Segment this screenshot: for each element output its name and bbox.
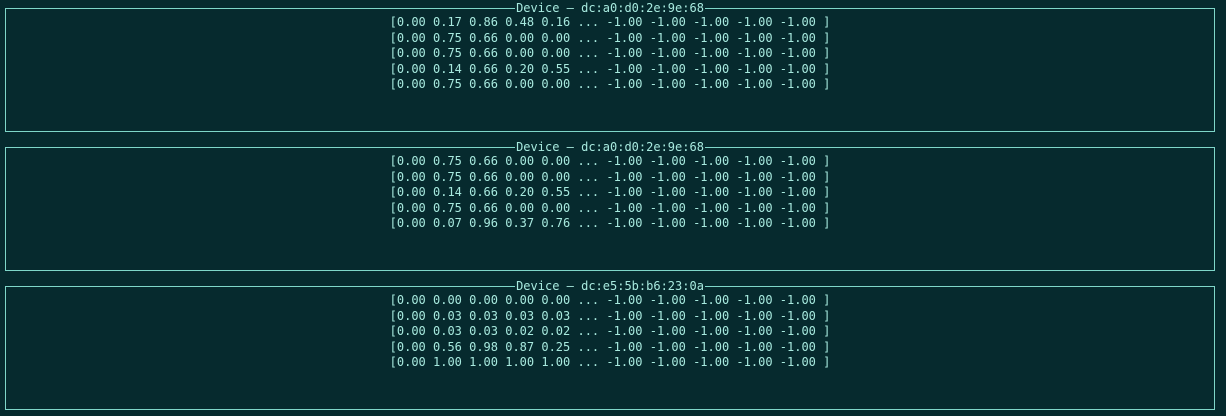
panel-title: Device – dc:a0:d0:2e:9e:68 xyxy=(6,139,1214,155)
data-row: [0.00 0.75 0.66 0.00 0.00 ... -1.00 -1.0… xyxy=(389,154,831,168)
device-panel: Device – dc:a0:d0:2e:9e:68 [0.00 0.75 0.… xyxy=(5,140,1215,271)
data-row: [0.00 1.00 1.00 1.00 1.00 ... -1.00 -1.0… xyxy=(389,355,831,369)
data-row: [0.00 0.03 0.03 0.02 0.02 ... -1.00 -1.0… xyxy=(389,324,831,338)
data-row: [0.00 0.75 0.66 0.00 0.00 ... -1.00 -1.0… xyxy=(389,30,831,45)
device-panel: Device – dc:e5:5b:b6:23:0a [0.00 0.00 0.… xyxy=(5,279,1215,410)
data-row: [0.00 0.07 0.96 0.37 0.76 ... -1.00 -1.0… xyxy=(389,216,831,230)
data-row: [0.00 0.03 0.03 0.03 0.03 ... -1.00 -1.0… xyxy=(389,308,831,323)
panel-title-text: Device – dc:a0:d0:2e:9e:68 xyxy=(515,140,705,154)
panel-title: Device – dc:a0:d0:2e:9e:68 xyxy=(6,0,1214,16)
data-row: [0.00 0.14 0.66 0.20 0.55 ... -1.00 -1.0… xyxy=(389,61,831,76)
data-row: [0.00 0.00 0.00 0.00 0.00 ... -1.00 -1.0… xyxy=(389,293,831,307)
panel-title-text: Device – dc:e5:5b:b6:23:0a xyxy=(515,279,705,293)
data-rows: [0.00 0.17 0.86 0.48 0.16 ... -1.00 -1.0… xyxy=(6,15,1214,93)
panel-title-text: Device – dc:a0:d0:2e:9e:68 xyxy=(515,1,705,15)
data-row: [0.00 0.75 0.66 0.00 0.00 ... -1.00 -1.0… xyxy=(389,77,831,91)
device-panel: Device – dc:a0:d0:2e:9e:68 [0.00 0.17 0.… xyxy=(5,1,1215,132)
data-row: [0.00 0.75 0.66 0.00 0.00 ... -1.00 -1.0… xyxy=(389,46,831,60)
panel-title: Device – dc:e5:5b:b6:23:0a xyxy=(6,278,1214,294)
data-row: [0.00 0.75 0.66 0.00 0.00 ... -1.00 -1.0… xyxy=(389,169,831,184)
data-rows: [0.00 0.00 0.00 0.00 0.00 ... -1.00 -1.0… xyxy=(6,293,1214,371)
data-row: [0.00 0.75 0.66 0.00 0.00 ... -1.00 -1.0… xyxy=(389,200,831,215)
data-row: [0.00 0.17 0.86 0.48 0.16 ... -1.00 -1.0… xyxy=(389,15,831,29)
data-row: [0.00 0.14 0.66 0.20 0.55 ... -1.00 -1.0… xyxy=(389,185,831,199)
data-rows: [0.00 0.75 0.66 0.00 0.00 ... -1.00 -1.0… xyxy=(6,154,1214,232)
data-row: [0.00 0.56 0.98 0.87 0.25 ... -1.00 -1.0… xyxy=(389,339,831,354)
